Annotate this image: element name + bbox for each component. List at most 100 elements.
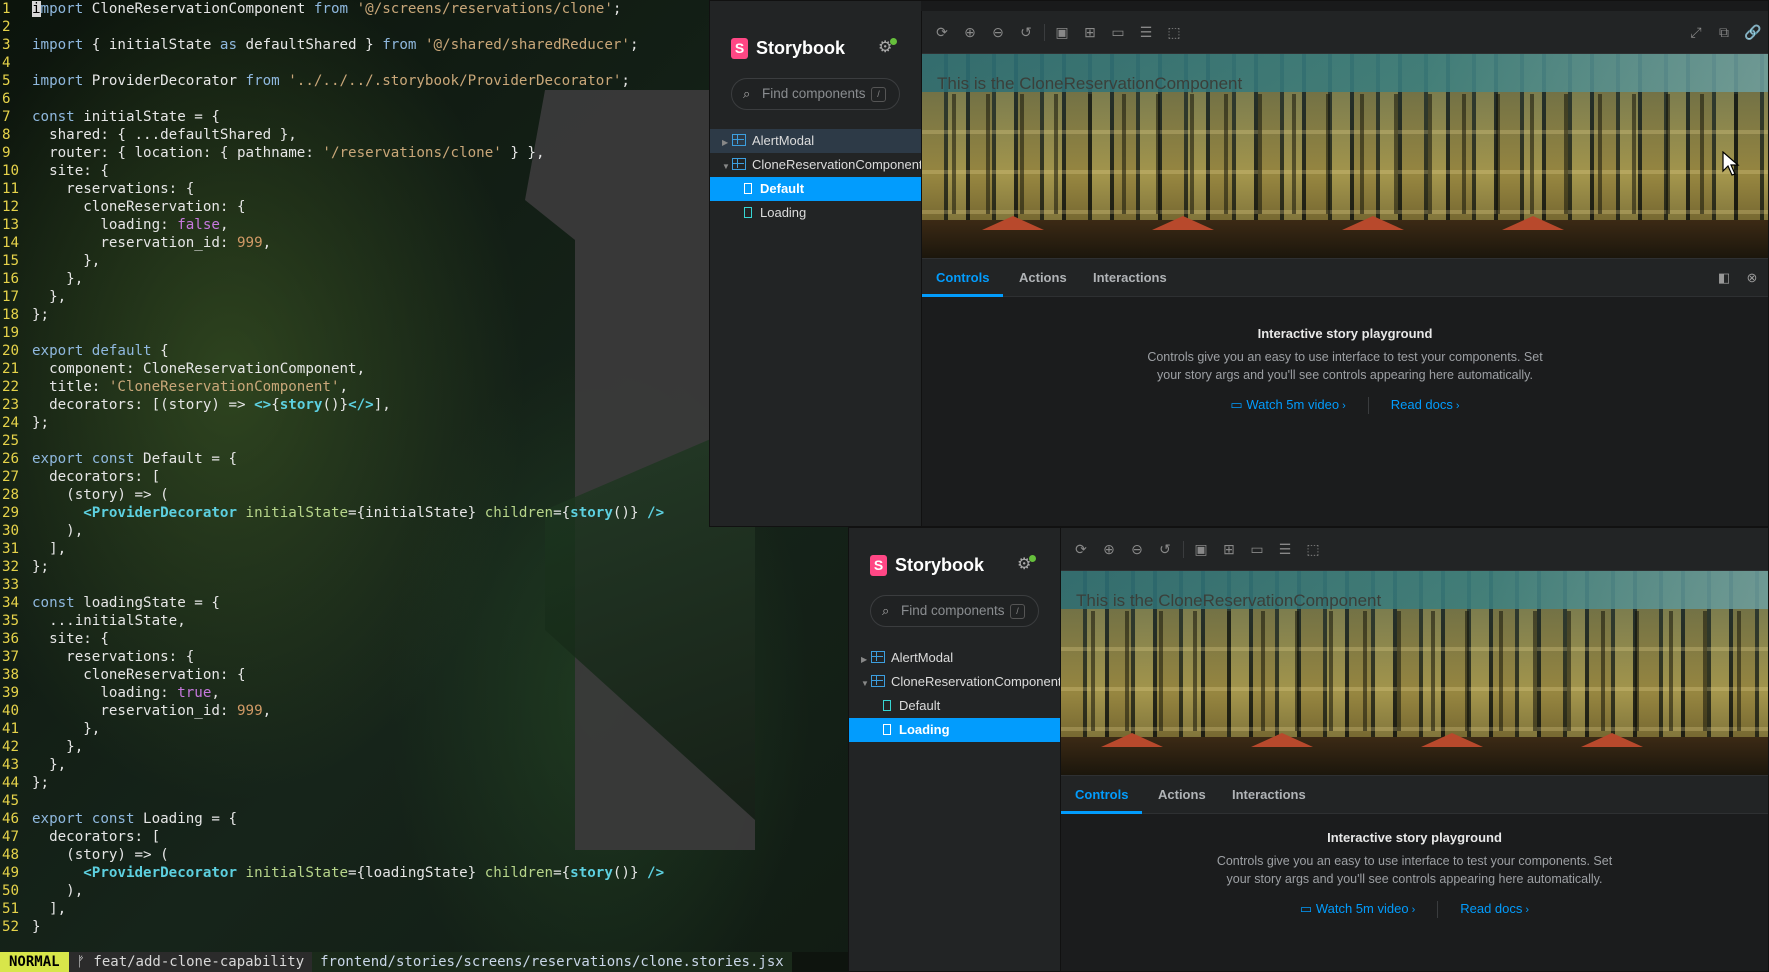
settings-gear-icon[interactable]: ⚙ [878, 38, 897, 57]
story-canvas[interactable]: This is the CloneReservationComponent [1061, 571, 1768, 775]
code-line[interactable]: 17 }, [0, 288, 66, 306]
viewport-icon[interactable]: ▭ [1249, 541, 1265, 557]
code-line[interactable]: 47 decorators: [ [0, 828, 160, 846]
code-line[interactable]: 45 [0, 792, 32, 810]
tab-actions[interactable]: Actions [1019, 259, 1067, 297]
read-docs-link[interactable]: Read docs › [1460, 901, 1529, 918]
code-line[interactable]: 7 const initialState = { [0, 108, 220, 126]
code-line[interactable]: 34 const loadingState = { [0, 594, 220, 612]
zoom-out-icon[interactable]: ⊖ [1129, 541, 1145, 557]
code-line[interactable]: 27 decorators: [ [0, 468, 160, 486]
code-line[interactable]: 51 ], [0, 900, 66, 918]
measure-icon[interactable]: ☰ [1138, 24, 1154, 40]
code-line[interactable]: 44}; [0, 774, 49, 792]
measure-icon[interactable]: ☰ [1277, 541, 1293, 557]
background-icon[interactable]: ▣ [1054, 24, 1070, 40]
code-line[interactable]: 25 [0, 432, 32, 450]
sidebar-item-clonereservationcomponent[interactable]: ▼ CloneReservationComponent [710, 153, 921, 177]
read-docs-link[interactable]: Read docs › [1391, 397, 1460, 414]
sidebar-item-default[interactable]: Default [849, 694, 1060, 718]
sidebar-item-loading[interactable]: Loading [849, 718, 1060, 742]
tab-interactions[interactable]: Interactions [1232, 776, 1306, 814]
code-line[interactable]: 22 title: 'CloneReservationComponent', [0, 378, 348, 396]
code-line[interactable]: 14 reservation_id: 999, [0, 234, 271, 252]
code-line[interactable]: 12 cloneReservation: { [0, 198, 246, 216]
sidebar-item-loading[interactable]: Loading [710, 201, 921, 225]
code-line[interactable]: 36 site: { [0, 630, 109, 648]
zoom-out-icon[interactable]: ⊖ [990, 24, 1006, 40]
code-line[interactable]: 32}; [0, 558, 49, 576]
storybook-logo[interactable]: S Storybook [870, 555, 984, 576]
background-icon[interactable]: ▣ [1193, 541, 1209, 557]
search-input[interactable]: ⌕ Find components / [870, 595, 1039, 627]
tab-interactions[interactable]: Interactions [1093, 259, 1167, 297]
code-line[interactable]: 30 ), [0, 522, 83, 540]
code-line[interactable]: 8 shared: { ...defaultShared }, [0, 126, 297, 144]
code-line[interactable]: 3 import { initialState as defaultShared … [0, 36, 639, 54]
code-line[interactable]: 11 reservations: { [0, 180, 194, 198]
code-line[interactable]: 31 ], [0, 540, 66, 558]
close-panel-icon[interactable]: ⊗ [1744, 270, 1760, 286]
code-line[interactable]: 18}; [0, 306, 49, 324]
code-line[interactable]: 49 <ProviderDecorator initialState={load… [0, 864, 664, 882]
code-line[interactable]: 38 cloneReservation: { [0, 666, 246, 684]
code-line[interactable]: 23 decorators: [(story) => <>{story()}</… [0, 396, 391, 414]
code-line[interactable]: 21 component: CloneReservationComponent, [0, 360, 365, 378]
grid-icon[interactable]: ⊞ [1082, 24, 1098, 40]
settings-gear-icon[interactable]: ⚙ [1017, 555, 1036, 574]
code-line[interactable]: 20 export default { [0, 342, 169, 360]
code-line[interactable]: 46 export const Loading = { [0, 810, 237, 828]
code-line[interactable]: 2 [0, 18, 32, 36]
code-line[interactable]: 16 }, [0, 270, 83, 288]
sidebar-item-default[interactable]: Default [710, 177, 921, 201]
code-line[interactable]: 4 [0, 54, 32, 72]
code-line[interactable]: 19 [0, 324, 32, 342]
zoom-reset-icon[interactable]: ↺ [1157, 541, 1173, 557]
panel-orientation-icon[interactable]: ◧ [1716, 270, 1732, 286]
code-line[interactable]: 48 (story) => ( [0, 846, 169, 864]
tab-actions[interactable]: Actions [1158, 776, 1206, 814]
code-line[interactable]: 37 reservations: { [0, 648, 194, 666]
tab-controls[interactable]: Controls [1061, 776, 1143, 814]
code-line[interactable]: 39 loading: true, [0, 684, 220, 702]
watch-video-link[interactable]: ▭ Watch 5m video › [1300, 901, 1415, 918]
code-line[interactable]: 10 site: { [0, 162, 109, 180]
reload-icon[interactable]: ⟳ [1073, 541, 1089, 557]
reload-icon[interactable]: ⟳ [934, 24, 950, 40]
tab-controls[interactable]: Controls [922, 259, 1004, 297]
code-line[interactable]: 40 reservation_id: 999, [0, 702, 271, 720]
copy-link-icon[interactable]: 🔗 [1744, 24, 1761, 40]
grid-icon[interactable]: ⊞ [1221, 541, 1237, 557]
code-line[interactable]: 6 [0, 90, 32, 108]
code-line[interactable]: 50 ), [0, 882, 83, 900]
code-line[interactable]: 24}; [0, 414, 49, 432]
code-line[interactable]: 1 import CloneReservationComponent from '… [0, 0, 621, 18]
storybook-logo[interactable]: S Storybook [731, 38, 845, 59]
code-line[interactable]: 28 (story) => ( [0, 486, 169, 504]
open-new-tab-icon[interactable]: ⧉ [1716, 24, 1732, 40]
code-line[interactable]: 35 ...initialState, [0, 612, 186, 630]
code-line[interactable]: 5 import ProviderDecorator from '../../..… [0, 72, 630, 90]
zoom-in-icon[interactable]: ⊕ [1101, 541, 1117, 557]
code-line[interactable]: 13 loading: false, [0, 216, 228, 234]
code-line[interactable]: 29 <ProviderDecorator initialState={init… [0, 504, 664, 522]
fullscreen-icon[interactable]: ⤢ [1688, 24, 1704, 40]
sidebar-item-alertmodal[interactable]: ▶ AlertModal [849, 646, 1060, 670]
code-line[interactable]: 41 }, [0, 720, 100, 738]
viewport-icon[interactable]: ▭ [1110, 24, 1126, 40]
zoom-reset-icon[interactable]: ↺ [1018, 24, 1034, 40]
sidebar-item-clonereservationcomponent[interactable]: ▼ CloneReservationComponent [849, 670, 1060, 694]
code-line[interactable]: 43 }, [0, 756, 66, 774]
code-line[interactable]: 42 }, [0, 738, 83, 756]
zoom-in-icon[interactable]: ⊕ [962, 24, 978, 40]
sidebar-item-alertmodal[interactable]: ▶ AlertModal [710, 129, 921, 153]
search-input[interactable]: ⌕ Find components / [731, 78, 900, 110]
code-line[interactable]: 26 export const Default = { [0, 450, 237, 468]
code-line[interactable]: 52} [0, 918, 41, 936]
story-canvas[interactable]: This is the CloneReservationComponent [922, 54, 1768, 258]
code-line[interactable]: 15 }, [0, 252, 100, 270]
code-line[interactable]: 33 [0, 576, 32, 594]
outline-icon[interactable]: ⬚ [1305, 541, 1321, 557]
code-line[interactable]: 9 router: { location: { pathname: '/rese… [0, 144, 545, 162]
outline-icon[interactable]: ⬚ [1166, 24, 1182, 40]
